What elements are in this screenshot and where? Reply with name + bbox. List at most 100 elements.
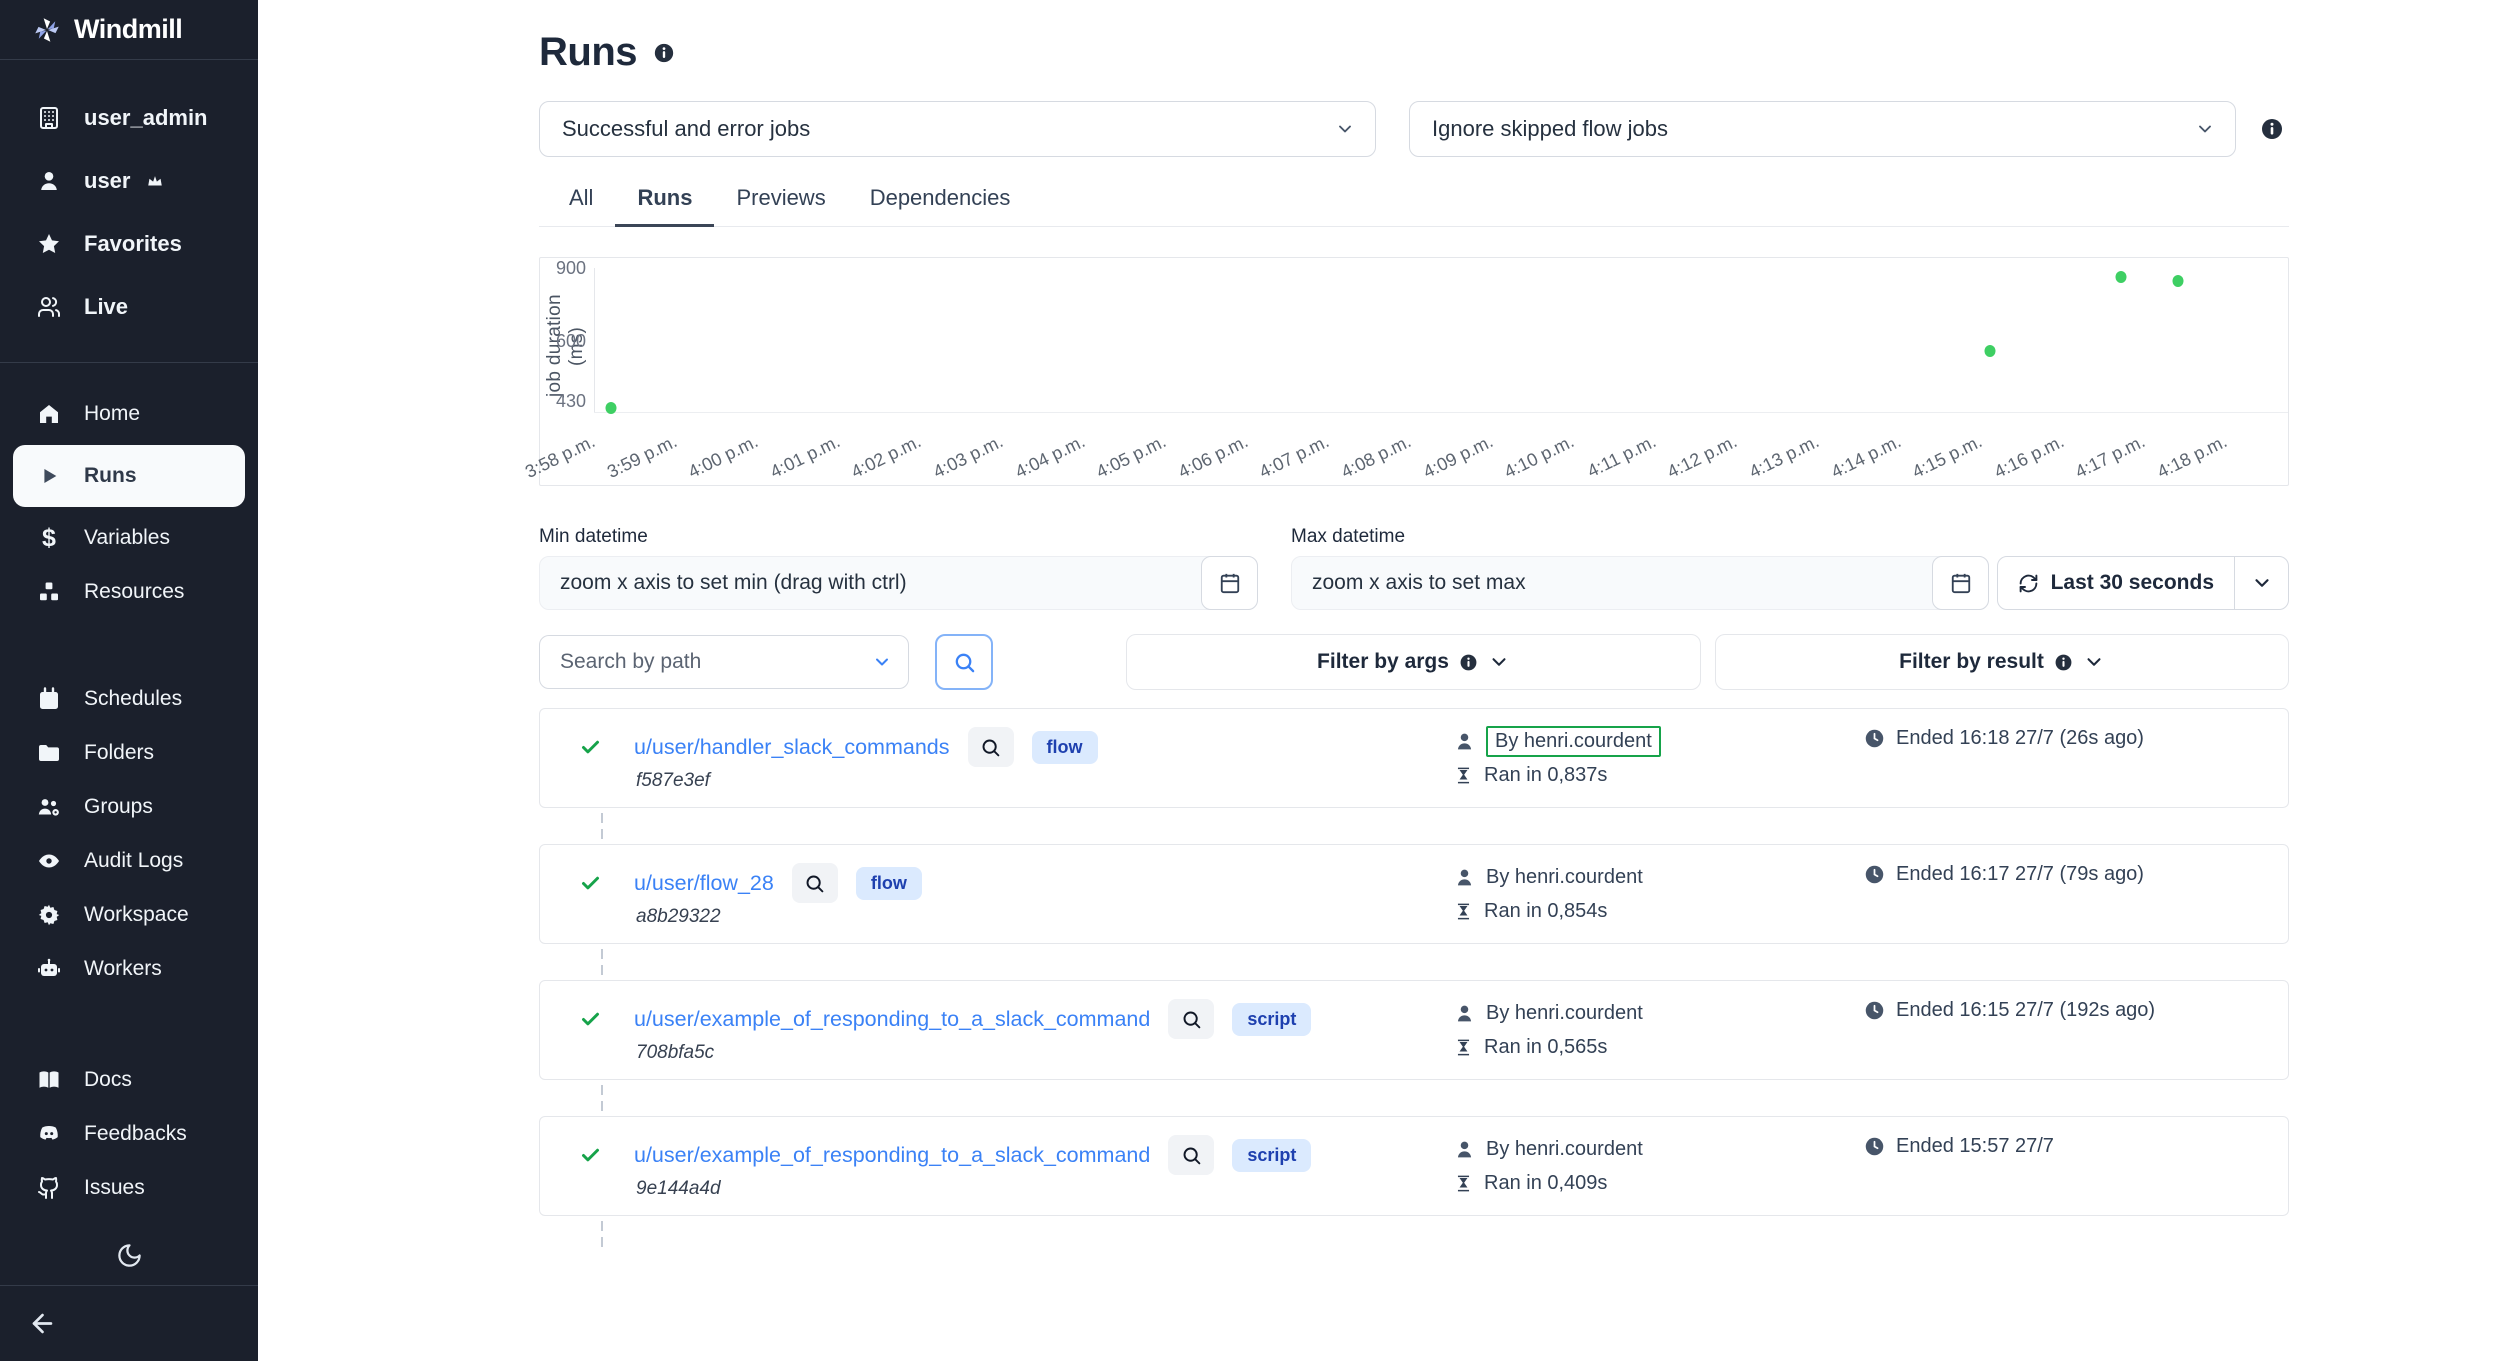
play-icon xyxy=(34,465,64,487)
eye-icon xyxy=(34,849,64,873)
sidebar-item-feedbacks[interactable]: Feedbacks xyxy=(0,1107,258,1161)
users-icon xyxy=(34,295,64,319)
search-icon xyxy=(1181,1145,1202,1166)
building-icon xyxy=(34,106,64,130)
x-axis-tick-label: 4:08 p.m. xyxy=(1271,431,1415,516)
person-icon xyxy=(1454,1003,1475,1024)
run-path-link[interactable]: u/user/handler_slack_commands xyxy=(634,735,950,760)
sidebar-item-schedules[interactable]: Schedules xyxy=(0,672,258,726)
min-datetime-calendar-button[interactable] xyxy=(1201,556,1258,610)
filters-info-icon[interactable] xyxy=(2260,117,2284,141)
run-duration: Ran in 0,854s xyxy=(1484,900,1607,923)
sidebar-item-workspace-switcher[interactable]: user_admin xyxy=(0,86,258,149)
sidebar-item-folders[interactable]: Folders xyxy=(0,726,258,780)
run-author[interactable]: By henri.courdent xyxy=(1486,1002,1643,1025)
run-ended: Ended 16:17 27/7 (79s ago) xyxy=(1896,863,2144,886)
job-duration-chart[interactable]: job duration (ms) 900 600 430 3:58 p.m.3… xyxy=(539,257,2289,486)
sidebar-item-docs[interactable]: Docs xyxy=(0,1053,258,1107)
timeline-connector xyxy=(539,1216,2289,1252)
chart-plot-area[interactable] xyxy=(594,268,2257,412)
run-id: 708bfa5c xyxy=(636,1042,714,1064)
filter-by-args-button[interactable]: Filter by args xyxy=(1126,634,1701,690)
job-status-select[interactable]: Successful and error jobs xyxy=(539,101,1376,157)
run-row[interactable]: u/user/example_of_responding_to_a_slack_… xyxy=(539,1116,2289,1216)
run-path-link[interactable]: u/user/flow_28 xyxy=(634,871,774,896)
person-icon xyxy=(1454,1139,1475,1160)
github-icon xyxy=(34,1176,64,1200)
x-axis-tick-label: 4:14 p.m. xyxy=(1760,431,1904,516)
sidebar-item-variables[interactable]: $ Variables xyxy=(0,511,258,565)
calendar-icon xyxy=(34,687,64,711)
chart-data-point xyxy=(1985,345,1996,357)
y-axis-tick: 900 xyxy=(540,258,586,279)
sidebar-item-user[interactable]: user xyxy=(0,149,258,212)
search-icon xyxy=(804,873,825,894)
run-path-link[interactable]: u/user/example_of_responding_to_a_slack_… xyxy=(634,1143,1150,1168)
run-row[interactable]: u/user/flow_28 flow a8b29322 By henri xyxy=(539,844,2289,944)
sidebar-item-groups[interactable]: Groups xyxy=(0,780,258,834)
run-path-link[interactable]: u/user/example_of_responding_to_a_slack_… xyxy=(634,1007,1150,1032)
chart-data-point xyxy=(2173,275,2184,287)
user-icon xyxy=(34,169,64,193)
tab-all[interactable]: All xyxy=(547,179,615,226)
moon-icon xyxy=(116,1242,143,1269)
sidebar-item-workers[interactable]: Workers xyxy=(0,942,258,996)
skipped-flow-select[interactable]: Ignore skipped flow jobs xyxy=(1409,101,2236,157)
sidebar-item-issues[interactable]: Issues xyxy=(0,1161,258,1215)
info-icon xyxy=(2054,653,2073,672)
refresh-interval-dropdown[interactable] xyxy=(2234,557,2288,609)
page-title: Runs xyxy=(539,30,637,75)
x-axis-tick-label: 4:07 p.m. xyxy=(1189,431,1333,516)
run-author[interactable]: By henri.courdent xyxy=(1486,866,1643,889)
calendar-icon xyxy=(1219,572,1241,594)
brand[interactable]: Windmill xyxy=(0,0,258,60)
runs-list: u/user/handler_slack_commands flow f587e… xyxy=(539,708,2289,1252)
sidebar-item-live[interactable]: Live xyxy=(0,275,258,338)
run-author[interactable]: By henri.courdent xyxy=(1486,1138,1643,1161)
run-inspect-button[interactable] xyxy=(1168,1135,1214,1175)
run-inspect-button[interactable] xyxy=(968,727,1014,767)
run-id: a8b29322 xyxy=(636,906,721,928)
dark-mode-toggle[interactable] xyxy=(116,1242,143,1269)
min-datetime-input[interactable]: zoom x axis to set min (drag with ctrl) xyxy=(539,556,1258,610)
live-label: Live xyxy=(84,294,128,320)
sidebar-collapse-button[interactable] xyxy=(0,1285,258,1361)
run-duration: Ran in 0,409s xyxy=(1484,1172,1607,1195)
home-icon xyxy=(34,402,64,426)
max-datetime-input[interactable]: zoom x axis to set max xyxy=(1291,556,1989,610)
timeline-connector xyxy=(539,944,2289,980)
sidebar-item-favorites[interactable]: Favorites xyxy=(0,212,258,275)
run-inspect-button[interactable] xyxy=(792,863,838,903)
star-icon xyxy=(34,232,64,256)
clock-icon xyxy=(1864,1000,1885,1021)
person-icon xyxy=(1454,731,1475,752)
favorites-label: Favorites xyxy=(84,231,182,257)
sidebar-item-home[interactable]: Home xyxy=(0,387,258,441)
x-axis-tick-label: 4:00 p.m. xyxy=(618,431,762,516)
chevron-down-icon xyxy=(1335,119,1355,139)
search-button[interactable] xyxy=(935,634,993,690)
sidebar-item-workspace-settings[interactable]: Workspace xyxy=(0,888,258,942)
run-row[interactable]: u/user/handler_slack_commands flow f587e… xyxy=(539,708,2289,808)
gear-icon xyxy=(34,903,64,927)
clock-icon xyxy=(1864,728,1885,749)
max-datetime-calendar-button[interactable] xyxy=(1932,556,1989,610)
hourglass-icon xyxy=(1454,1174,1473,1193)
x-axis-line xyxy=(594,412,2288,413)
run-row[interactable]: u/user/example_of_responding_to_a_slack_… xyxy=(539,980,2289,1080)
sidebar-item-audit-logs[interactable]: Audit Logs xyxy=(0,834,258,888)
sidebar-item-resources[interactable]: Resources xyxy=(0,565,258,619)
filter-by-result-button[interactable]: Filter by result xyxy=(1715,634,2289,690)
search-by-path-select[interactable]: Search by path xyxy=(539,635,909,689)
title-info-icon[interactable] xyxy=(653,42,675,64)
x-axis-tick-label: 4:13 p.m. xyxy=(1679,431,1823,516)
tab-runs[interactable]: Runs xyxy=(615,179,714,227)
tab-dependencies[interactable]: Dependencies xyxy=(848,179,1033,226)
refresh-interval-button[interactable]: Last 30 seconds xyxy=(1997,556,2289,610)
sidebar: Windmill user_admin user Favorites xyxy=(0,0,258,1361)
run-author[interactable]: By henri.courdent xyxy=(1486,726,1661,757)
x-axis-tick-label: 4:09 p.m. xyxy=(1352,431,1496,516)
sidebar-item-runs[interactable]: Runs xyxy=(13,445,245,507)
tab-previews[interactable]: Previews xyxy=(714,179,847,226)
run-inspect-button[interactable] xyxy=(1168,999,1214,1039)
